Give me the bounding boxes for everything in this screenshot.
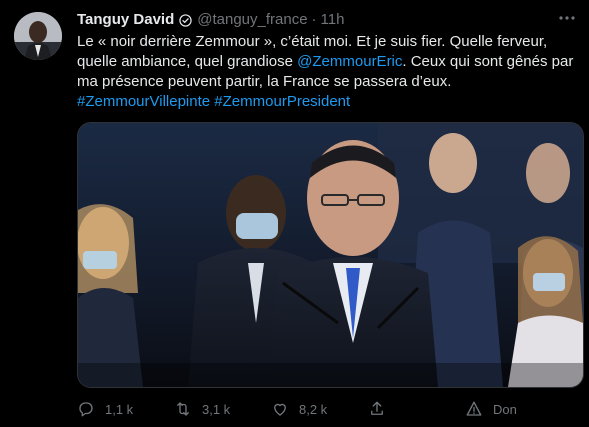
tweet-actions: 1,1 k 3,1 k 8,2 k Don [77,399,582,419]
like-button[interactable]: 8,2 k [271,400,368,418]
verified-badge-icon [179,13,192,27]
tweet-text-line2-b: . Ceux qui sont gênés par [402,53,574,70]
avatar[interactable] [14,12,62,60]
like-count: 8,2 k [299,401,328,417]
reply-icon [79,402,93,417]
retweet-count: 3,1 k [202,401,231,417]
avatar-image [14,12,62,60]
share-icon [371,401,383,415]
retweet-button[interactable]: 3,1 k [174,400,271,418]
more-icon[interactable] [555,8,579,28]
separator-dot: · [311,11,317,28]
hashtag-link-1[interactable]: #ZemmourVillepinte [77,93,210,110]
tweet[interactable]: Tanguy David @tanguy_france · 11h Le « n… [0,0,589,427]
photo-image [78,123,583,387]
tweet-text-line1: Le « noir derrière Zemmour », c’était mo… [77,33,548,50]
timestamp[interactable]: 11h [321,11,345,29]
tip-button[interactable]: Don [465,400,562,418]
tweet-text-line3: ma présence peuvent partir, la France se… [77,73,452,90]
hashtag-link-2[interactable]: #ZemmourPresident [214,93,350,110]
tip-label: Don [493,401,517,417]
heart-icon [274,403,286,416]
hashtags: #ZemmourVillepinte #ZemmourPresident [77,92,577,112]
tweet-text-line2: quelle ambiance, quel grandiose @Zemmour… [77,52,577,72]
tweet-text: Le « noir derrière Zemmour », c’était mo… [77,32,577,112]
reply-count: 1,1 k [105,401,134,417]
reply-button[interactable]: 1,1 k [77,400,174,418]
mention-link[interactable]: @ZemmourEric [297,53,402,70]
retweet-icon [177,402,189,416]
tweet-media-photo[interactable] [77,122,584,388]
author-name[interactable]: Tanguy David [77,11,174,29]
tweet-text-line2-a: quelle ambiance, quel grandiose [77,53,298,70]
tweet-header: Tanguy David @tanguy_france · 11h [77,11,549,29]
share-button[interactable] [368,400,465,418]
author-handle[interactable]: @tanguy_france [197,11,307,29]
tip-icon [466,401,482,416]
